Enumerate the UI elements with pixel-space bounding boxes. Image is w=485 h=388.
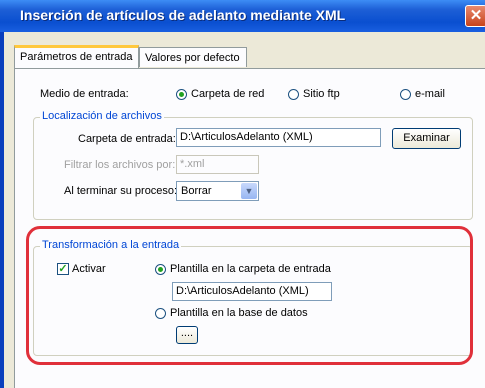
medio-entrada-label: Medio de entrada:: [40, 88, 129, 100]
chevron-down-icon[interactable]: ▼: [241, 183, 257, 199]
al-terminar-select[interactable]: Borrar ▼: [176, 181, 259, 201]
radio-sitio-ftp-label[interactable]: Sitio ftp: [303, 88, 340, 100]
filtrar-archivos-label: Filtrar los archivos por:: [64, 159, 176, 171]
radio-carpeta-red[interactable]: [176, 89, 187, 100]
radio-email-label[interactable]: e-mail: [415, 88, 445, 100]
title-bar[interactable]: Inserción de artículos de adelanto media…: [0, 0, 485, 32]
radio-carpeta-red-label[interactable]: Carpeta de red: [191, 88, 264, 100]
radio-email[interactable]: [400, 89, 411, 100]
radio-sitio-ftp[interactable]: [288, 89, 299, 100]
tab-parametros-entrada[interactable]: Parámetros de entrada: [14, 45, 139, 68]
window-title: Inserción de artículos de adelanto media…: [20, 7, 346, 23]
highlight-frame: [26, 226, 473, 365]
filtrar-archivos-input[interactable]: *.xml: [176, 155, 259, 174]
examinar-button[interactable]: Examinar: [392, 128, 461, 149]
carpeta-entrada-input[interactable]: D:\ArticulosAdelanto (XML): [176, 128, 381, 147]
carpeta-entrada-label: Carpeta de entrada:: [78, 133, 176, 145]
window-frame: [0, 32, 4, 388]
tab-valores-defecto[interactable]: Valores por defecto: [139, 47, 247, 67]
close-icon[interactable]: ✕: [465, 5, 485, 27]
al-terminar-label: Al terminar su proceso:: [64, 185, 178, 197]
al-terminar-value: Borrar: [181, 185, 212, 197]
localizacion-legend: Localización de archivos: [40, 110, 164, 122]
dialog-window: Inserción de artículos de adelanto media…: [0, 0, 485, 388]
